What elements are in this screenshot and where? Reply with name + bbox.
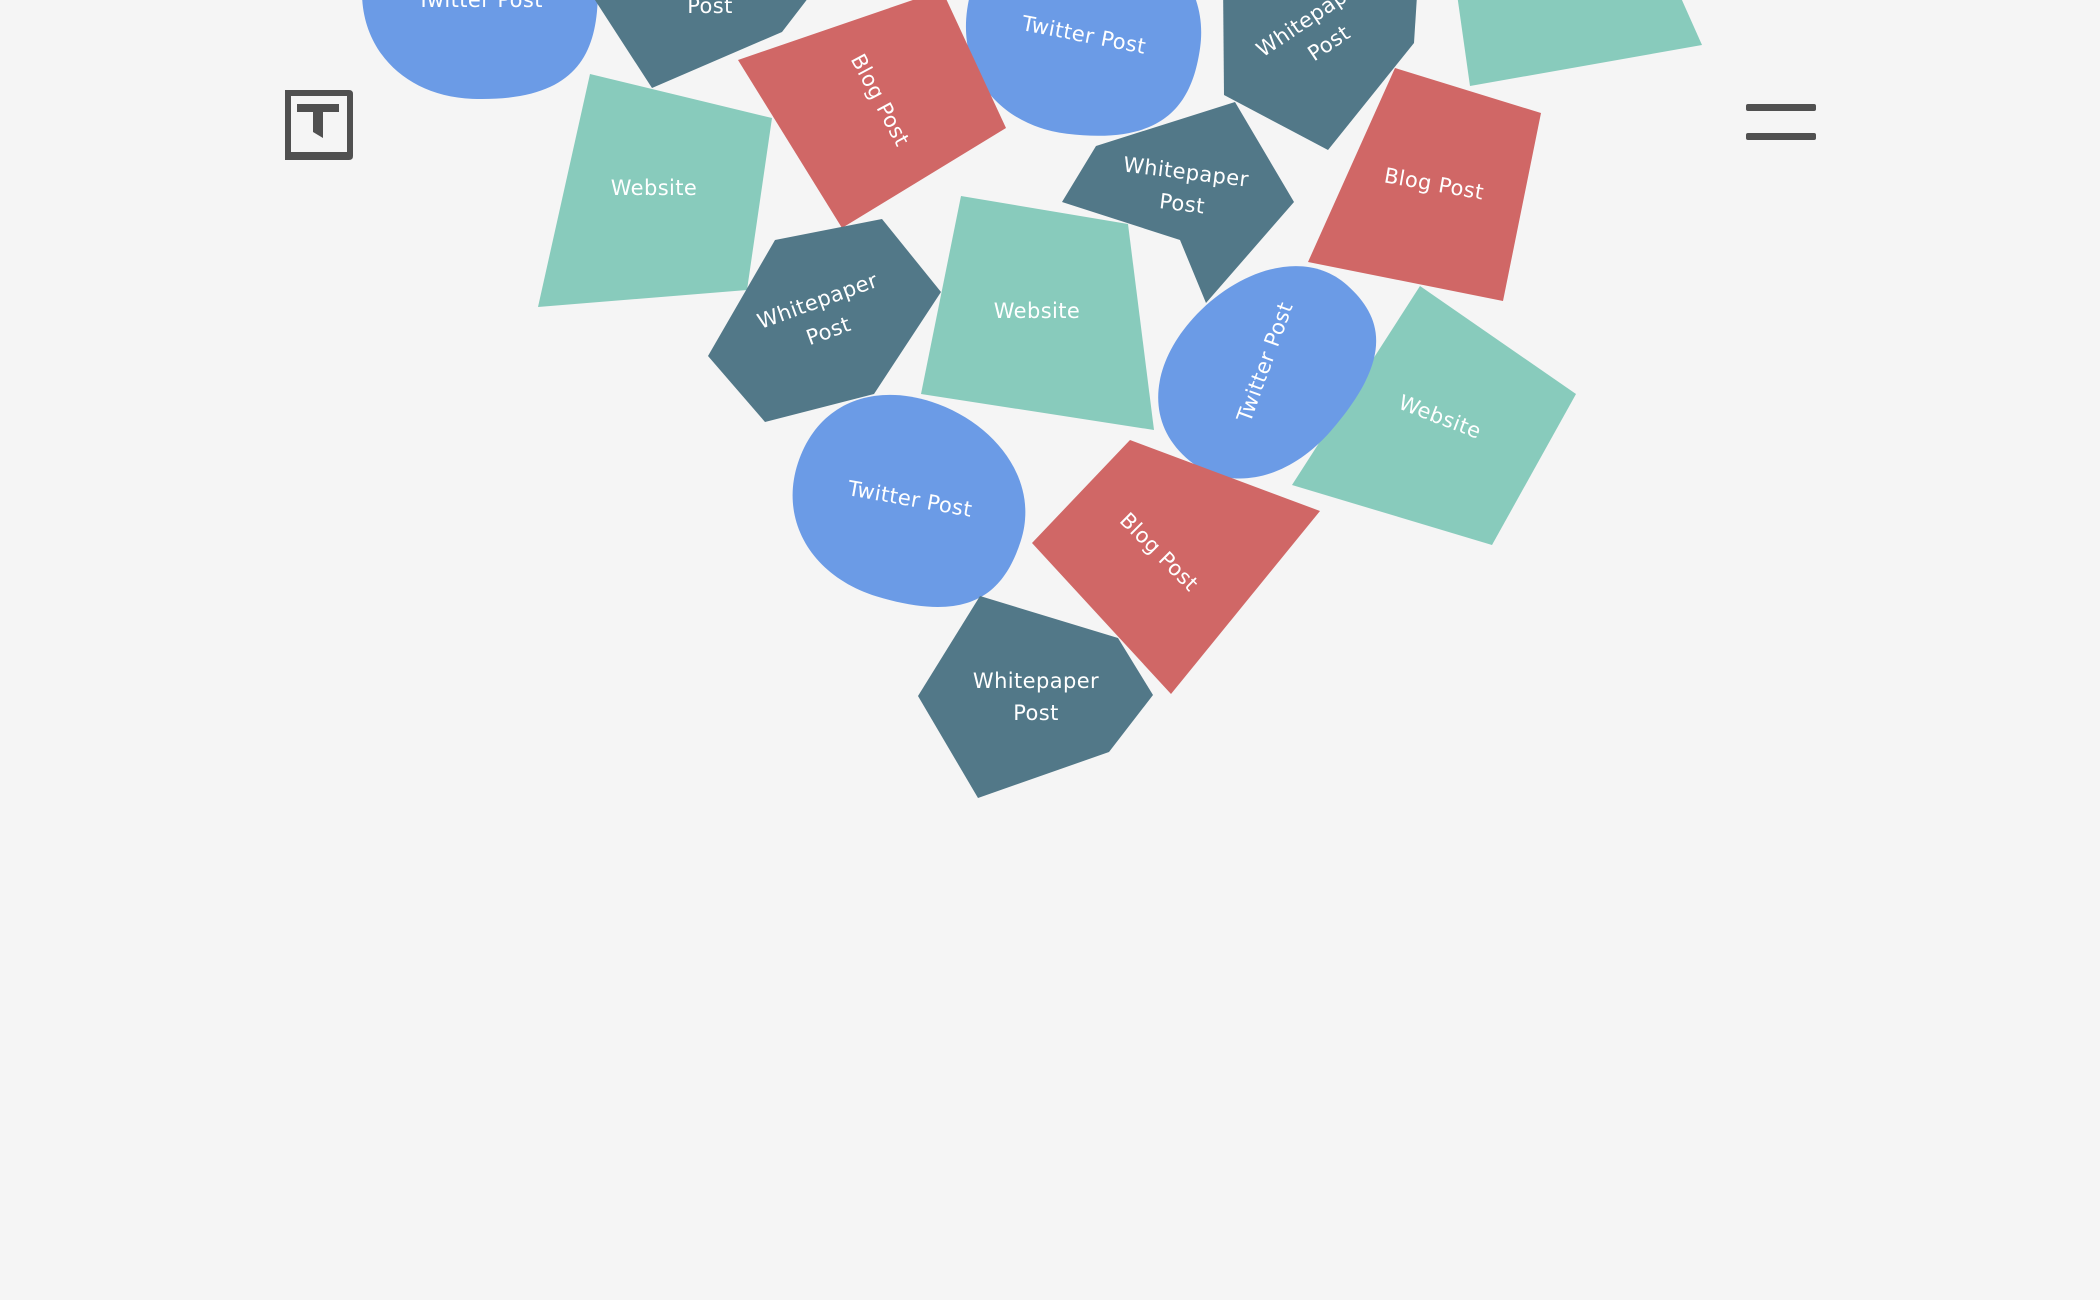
menu-bar-bottom bbox=[1746, 133, 1816, 140]
website-card[interactable]: Website bbox=[538, 74, 772, 307]
website-label: Website bbox=[994, 299, 1081, 323]
whitepaper-post-label: Post bbox=[687, 0, 733, 18]
twitter-post-card[interactable]: Twitter Post bbox=[357, 0, 604, 105]
blog-post-card[interactable]: Blog Post bbox=[738, 0, 1006, 228]
menu-bar-top bbox=[1746, 104, 1816, 111]
website-label: Website bbox=[611, 176, 698, 200]
blog-post-shape bbox=[738, 0, 1006, 228]
twitter-post-label: Twitter Post bbox=[416, 0, 543, 12]
hamburger-menu-icon[interactable] bbox=[1740, 96, 1822, 154]
website-shape bbox=[1457, 0, 1702, 86]
whitepaper-post-label: Whitepaper bbox=[973, 669, 1099, 693]
website-card[interactable] bbox=[1455, 0, 1702, 86]
content-shapes-canvas: Twitter Post PostTwitter Post WhitepaperPo… bbox=[357, 0, 1702, 798]
twitter-post-shape bbox=[362, 0, 598, 99]
website-card[interactable]: Website bbox=[921, 196, 1154, 430]
whitepaper-post-label: Post bbox=[1013, 701, 1059, 725]
t-logo-icon[interactable] bbox=[281, 88, 355, 162]
